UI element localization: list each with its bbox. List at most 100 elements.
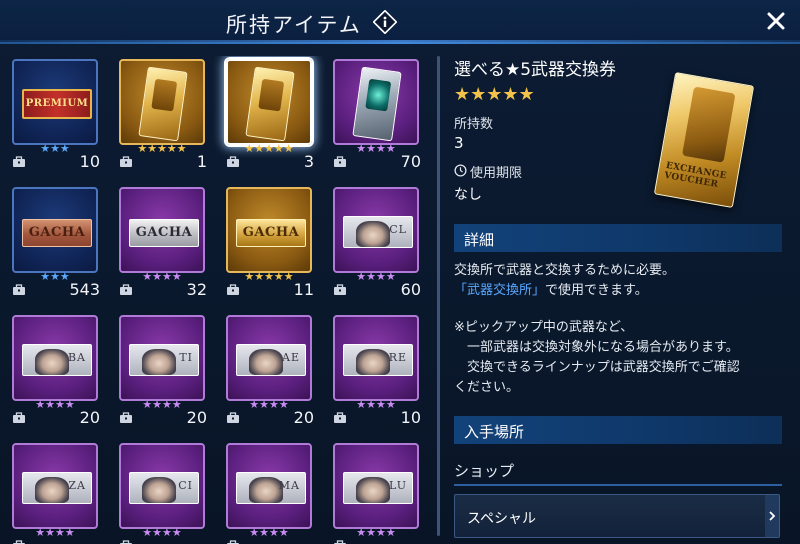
info-icon[interactable] <box>373 10 397 34</box>
item-icon <box>119 59 205 145</box>
ticket-graphic: GACHA <box>129 219 199 247</box>
owned-count-label: 所持数 <box>454 117 494 132</box>
inventory-bag-icon <box>120 412 132 423</box>
character-ticket-graphic: TI <box>129 344 199 376</box>
item-slot[interactable]: GACHA ★★★ 543 <box>8 184 110 304</box>
ticket-label: PREMIUM <box>25 98 89 109</box>
character-ticket-graphic: AE <box>236 344 306 376</box>
item-inventory-window: 所持アイテム PREMIUM ★★★ 10 ★★★★★ 1 ★★★★★ 3 ★★★★ 70 GAC… <box>0 0 800 544</box>
character-code: CI <box>178 479 193 492</box>
item-slot[interactable]: GACHA ★★★★ 32 <box>115 184 217 304</box>
inventory-bag-icon <box>120 284 132 295</box>
description-line-1: 交換所で武器と交換するために必要。 <box>454 263 676 278</box>
item-slot[interactable]: BA ★★★★ 20 <box>8 312 110 432</box>
inventory-bag-icon <box>334 284 346 295</box>
inventory-bag-icon <box>334 412 346 423</box>
item-slot[interactable]: RE ★★★★ 10 <box>329 312 431 432</box>
item-icon: RE <box>333 315 419 401</box>
item-slot[interactable]: ★★★★★ 1 <box>115 56 217 176</box>
item-slot[interactable]: GACHA ★★★★★ 11 <box>222 184 324 304</box>
item-slot[interactable]: CI ★★★★ <box>115 440 217 544</box>
item-slot[interactable]: ★★★★ 70 <box>329 56 431 176</box>
character-code: MA <box>278 479 300 492</box>
item-slot[interactable]: CL ★★★★ 60 <box>329 184 431 304</box>
rarity-stars: ★★★★ <box>356 526 396 539</box>
item-quantity: 70 <box>400 152 421 171</box>
note-line-4: ください。 <box>454 380 520 395</box>
voucher-emblem <box>258 78 285 112</box>
ticket-label: GACHA <box>135 225 193 240</box>
inventory-bag-icon <box>120 540 132 544</box>
item-icon: PREMIUM <box>12 59 98 145</box>
character-code: TI <box>179 351 193 364</box>
voucher-graphic <box>245 66 295 142</box>
inventory-bag-icon <box>13 284 25 295</box>
item-icon: TI <box>119 315 205 401</box>
item-slot[interactable]: LU ★★★★ <box>329 440 431 544</box>
item-quantity: 32 <box>186 280 207 299</box>
item-slot[interactable]: MA ★★★★ <box>222 440 324 544</box>
item-description: 交換所で武器と交換するために必要。 「武器交換所」で使用できます。 <box>454 261 790 301</box>
shop-divider <box>454 484 782 486</box>
inventory-bag-icon <box>334 540 346 544</box>
close-icon[interactable] <box>764 9 788 33</box>
item-slot[interactable]: TI ★★★★ 20 <box>115 312 217 432</box>
item-slot[interactable]: AE ★★★★ 20 <box>222 312 324 432</box>
inventory-bag-icon <box>227 540 239 544</box>
expiry-value: なし <box>454 187 482 203</box>
character-code: AE <box>282 351 300 364</box>
character-code: BA <box>67 351 86 364</box>
header-divider <box>0 40 800 44</box>
ticket-graphic: PREMIUM <box>22 89 92 119</box>
item-quantity: 60 <box>400 280 421 299</box>
character-ticket-graphic: LU <box>343 472 413 504</box>
item-quantity: 1 <box>196 152 207 171</box>
character-face <box>35 349 69 375</box>
item-icon: ZA <box>12 443 98 529</box>
item-quantity: 20 <box>293 408 314 427</box>
ticket-label: GACHA <box>242 225 300 240</box>
item-quantity: 20 <box>79 408 100 427</box>
character-ticket-graphic: RE <box>343 344 413 376</box>
item-slot[interactable]: ZA ★★★★ <box>8 440 110 544</box>
item-icon <box>226 59 312 145</box>
item-icon: CL <box>333 187 419 273</box>
item-quantity: 11 <box>293 280 314 299</box>
voucher-caption: EXCHANGE VOUCHER <box>663 160 728 191</box>
item-slot[interactable]: ★★★★★ 3 <box>222 56 324 176</box>
character-code: CL <box>389 223 407 236</box>
item-quantity: 10 <box>79 152 100 171</box>
item-icon: MA <box>226 443 312 529</box>
rarity-stars: ★★★★★ <box>244 142 294 155</box>
inventory-bag-icon <box>227 412 239 423</box>
item-grid: PREMIUM ★★★ 10 ★★★★★ 1 ★★★★★ 3 ★★★★ 70 GACHA ★★★ 54… <box>8 56 432 544</box>
inventory-bag-icon <box>13 540 25 544</box>
chevron-right-icon <box>765 495 779 537</box>
inventory-bag-icon <box>227 284 239 295</box>
inventory-bag-icon <box>13 412 25 423</box>
clock-icon <box>454 164 467 177</box>
character-ticket-graphic: ZA <box>22 472 92 504</box>
description-line-2: で使用できます。 <box>545 283 648 298</box>
item-icon: GACHA <box>119 187 205 273</box>
item-rarity-stars: ★★★★★ <box>454 84 535 105</box>
item-note: ※ピックアップ中の武器など、 一部武器は交換対象外になる場合があります。 交換で… <box>454 318 790 398</box>
ticket-graphic: GACHA <box>22 219 92 247</box>
special-shop-button[interactable]: スペシャル <box>454 494 780 538</box>
special-shop-label: スペシャル <box>467 511 537 527</box>
item-quantity: 3 <box>303 152 314 171</box>
item-slot[interactable]: PREMIUM ★★★ 10 <box>8 56 110 176</box>
details-section-header: 詳細 <box>454 224 782 252</box>
page-title: 所持アイテム <box>226 13 362 37</box>
expiry-label: 使用期限 <box>470 166 523 181</box>
ticket-graphic: GACHA <box>236 219 306 247</box>
rarity-stars: ★★★★ <box>35 526 75 539</box>
header-bar <box>0 0 800 44</box>
grid-scrollbar[interactable] <box>437 56 440 536</box>
weapon-exchange-link[interactable]: 「武器交換所」 <box>454 283 545 298</box>
item-icon: BA <box>12 315 98 401</box>
ticket-label: GACHA <box>28 225 86 240</box>
inventory-bag-icon <box>227 156 239 167</box>
voucher-emblem <box>151 78 178 112</box>
item-icon: LU <box>333 443 419 529</box>
